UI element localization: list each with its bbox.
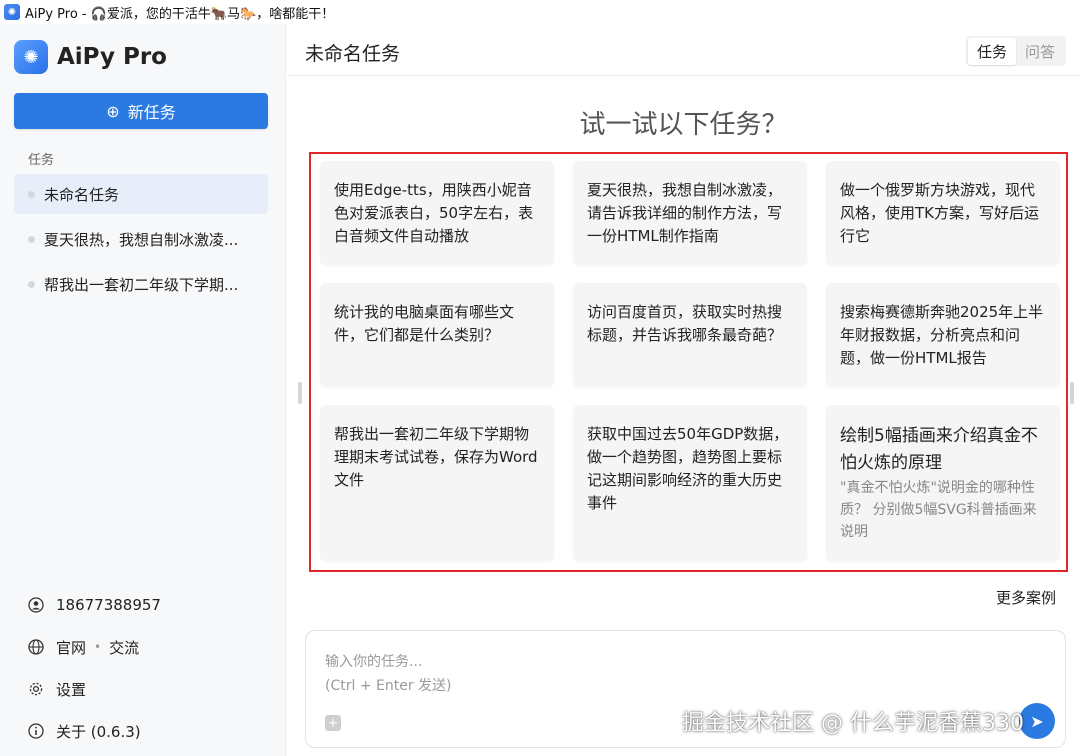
- community-link[interactable]: 交流: [109, 637, 139, 658]
- link-separator: •: [94, 640, 102, 654]
- task-item-label: 帮我出一套初二年级下学期...: [44, 275, 239, 294]
- tasks-section-label: 任务: [28, 153, 55, 168]
- account-row[interactable]: 18677388957: [28, 584, 278, 626]
- info-icon: [28, 723, 44, 739]
- suggestion-card[interactable]: 访问百度首页，获取实时热搜标题，并告诉我哪条最奇葩？: [573, 283, 807, 387]
- suggestion-card[interactable]: 使用Edge-tts，用陕西小妮音色对爱派表白，50字左右，表白音频文件自动播放: [320, 161, 554, 265]
- settings-row[interactable]: 设置: [28, 668, 278, 710]
- suggestion-card[interactable]: 搜索梅赛德斯奔驰2025年上半年财报数据，分析亮点和问题，做一份HTML报告: [826, 283, 1060, 387]
- about-label: 关于 (0.6.3): [56, 722, 141, 741]
- window-titlebar: ✺ AiPy Pro - 🎧爱派，您的干活牛🐂马🐎，啥都能干！: [0, 0, 1080, 24]
- task-status-dot: [28, 235, 35, 243]
- links-row: 官网 • 交流: [28, 626, 278, 668]
- tab-qa[interactable]: 问答: [1016, 38, 1064, 65]
- task-item[interactable]: 未命名任务: [14, 174, 268, 214]
- main-panel: 未命名任务 任务 问答 试一试以下任务？ 使用Edge-tts，用陕西小妮音色对…: [287, 24, 1080, 756]
- task-input-hint: (Ctrl + Enter 发送): [325, 678, 452, 694]
- tab-task[interactable]: 任务: [967, 37, 1016, 65]
- task-input-placeholder: 输入你的任务...: [325, 654, 423, 670]
- attach-icon[interactable]: +: [325, 715, 341, 731]
- main-header: 未命名任务 任务 问答: [287, 24, 1080, 76]
- suggestion-card[interactable]: 夏天很热，我想自制冰激凌，请告诉我详细的制作方法，写一份HTML制作指南: [573, 161, 807, 265]
- globe-icon: [28, 639, 44, 655]
- suggestion-card[interactable]: 统计我的电脑桌面有哪些文件，它们都是什么类别？: [320, 283, 554, 387]
- suggestion-card-desc: "真金不怕火炼"说明金的哪种性质？ 分别做5幅SVG科普插画来说明: [840, 480, 1037, 540]
- suggestion-card[interactable]: 做一个俄罗斯方块游戏，现代风格，使用TK方案，写好后运行它: [826, 161, 1060, 265]
- sidebar-bottom: 18677388957 官网 • 交流 设置 关于 (0.6.3): [28, 584, 278, 752]
- task-item[interactable]: 帮我出一套初二年级下学期...: [14, 264, 268, 304]
- suggestion-card[interactable]: 帮我出一套初二年级下学期物理期末考试试卷，保存为Word文件: [320, 405, 554, 561]
- send-icon: ➤: [1030, 711, 1044, 731]
- page-title: 未命名任务: [305, 43, 401, 65]
- mode-tabs: 任务 问答: [965, 36, 1066, 66]
- sidebar: ✺ AiPy Pro ⊕ 新任务 任务 未命名任务 夏天很热，我想自制冰激凌..…: [0, 24, 286, 756]
- suggestion-card[interactable]: 获取中国过去50年GDP数据，做一个趋势图，趋势图上要标记这期间影响经济的重大历…: [573, 405, 807, 561]
- suggestions-heading: 试一试以下任务？: [579, 110, 788, 140]
- gear-icon: [28, 681, 44, 697]
- watermark: 掘金技术社区 @ 什么芋泥香蕉330: [682, 711, 1024, 736]
- website-link[interactable]: 官网: [56, 637, 86, 658]
- suggestion-card-title: 绘制5幅插画来介绍真金不怕火炼的原理: [840, 426, 1038, 473]
- task-status-dot: [28, 190, 35, 198]
- user-icon: [28, 597, 44, 613]
- new-task-label: 新任务: [127, 103, 176, 122]
- task-item-label: 未命名任务: [44, 185, 120, 204]
- new-task-button[interactable]: ⊕ 新任务: [14, 93, 268, 129]
- suggestion-grid: 使用Edge-tts，用陕西小妮音色对爱派表白，50字左右，表白音频文件自动播放…: [320, 161, 1060, 561]
- task-item-label: 夏天很热，我想自制冰激凌...: [44, 230, 239, 249]
- settings-label: 设置: [56, 680, 87, 699]
- send-button[interactable]: ➤: [1019, 703, 1055, 739]
- about-row[interactable]: 关于 (0.6.3): [28, 710, 278, 752]
- account-phone: 18677388957: [56, 596, 161, 614]
- logo-icon: ✺: [14, 40, 48, 74]
- task-status-dot: [28, 280, 35, 288]
- task-item[interactable]: 夏天很热，我想自制冰激凌...: [14, 219, 268, 259]
- brand-name: AiPy Pro: [57, 44, 167, 70]
- window-title: AiPy Pro - 🎧爱派，您的干活牛🐂马🐎，啥都能干！: [25, 6, 335, 22]
- task-list: 未命名任务 夏天很热，我想自制冰激凌... 帮我出一套初二年级下学期...: [14, 174, 268, 309]
- suggestion-cards-highlight: 使用Edge-tts，用陕西小妮音色对爱派表白，50字左右，表白音频文件自动播放…: [309, 152, 1068, 572]
- brand: ✺ AiPy Pro: [14, 40, 167, 74]
- app-icon: ✺: [4, 4, 20, 20]
- more-cases-link[interactable]: 更多案例: [996, 587, 1056, 608]
- new-task-icon: ⊕: [106, 101, 120, 121]
- suggestion-card[interactable]: 绘制5幅插画来介绍真金不怕火炼的原理 "真金不怕火炼"说明金的哪种性质？ 分别做…: [826, 405, 1060, 561]
